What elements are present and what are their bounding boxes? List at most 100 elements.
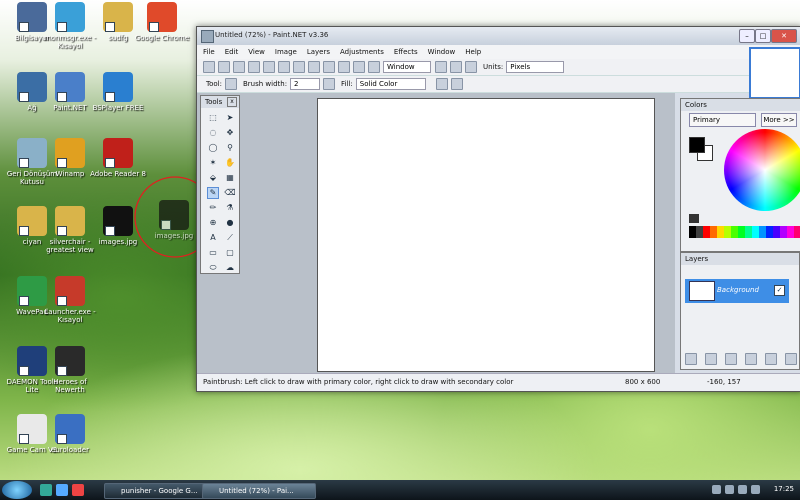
paintbrush-tool-icon[interactable]: ✎	[207, 187, 219, 199]
magic-wand-icon[interactable]: ✶	[207, 157, 219, 169]
merge-layer-icon[interactable]	[745, 353, 757, 365]
brush-width-input[interactable]: 2	[290, 78, 321, 90]
minimize-button[interactable]: –	[739, 29, 755, 43]
paint-bucket-icon[interactable]: ⬙	[207, 172, 219, 184]
menu-file[interactable]: File	[203, 48, 215, 56]
desktop-icon[interactable]: images.jpg	[88, 206, 148, 246]
desktop-icon[interactable]: Launcher.exe - Kısayol	[40, 276, 100, 324]
line-curve-icon[interactable]: ⟋	[224, 232, 236, 244]
desktop-icon[interactable]: Heroes of Newerth	[40, 346, 100, 394]
ruler-icon[interactable]	[465, 61, 477, 73]
tools-panel-title[interactable]: Tools x	[201, 96, 239, 108]
start-button[interactable]	[2, 481, 32, 499]
palette-swatch[interactable]	[794, 226, 800, 238]
color-target-select[interactable]: Primary	[689, 113, 756, 127]
copy-icon[interactable]	[278, 61, 290, 73]
taskbar-button-chrome[interactable]: punisher - Google G...	[104, 483, 212, 499]
show-desktop-icon[interactable]	[40, 484, 52, 496]
paintbrush-icon[interactable]	[224, 78, 237, 90]
duplicate-layer-icon[interactable]	[725, 353, 737, 365]
primary-color-swatch[interactable]	[689, 137, 705, 153]
freeform-shape-icon[interactable]: ☁	[224, 262, 236, 274]
tray-icon[interactable]	[725, 485, 734, 494]
close-button[interactable]: ✕	[771, 29, 797, 43]
chrome-quicklaunch-icon[interactable]	[72, 484, 84, 496]
color-wheel[interactable]	[724, 129, 800, 211]
delete-layer-icon[interactable]	[705, 353, 717, 365]
pan-icon[interactable]: ✋	[224, 157, 236, 169]
palette-swatch[interactable]	[731, 226, 738, 238]
palette-swatch[interactable]	[766, 226, 773, 238]
layer-row-background[interactable]: Background ✓	[685, 279, 789, 303]
palette-swatch[interactable]	[752, 226, 759, 238]
zoom-in-icon[interactable]	[435, 61, 447, 73]
eraser-icon[interactable]: ⌫	[224, 187, 236, 199]
taskbar-button-paintnet[interactable]: Untitled (72%) - Pai...	[202, 483, 316, 499]
layer-visibility-checkbox[interactable]: ✓	[774, 285, 785, 296]
paste-icon[interactable]	[293, 61, 305, 73]
palette-swatch[interactable]	[780, 226, 787, 238]
palette-swatch[interactable]	[703, 226, 710, 238]
antialiasing-icon[interactable]	[435, 78, 448, 90]
rectangle-select-icon[interactable]: ⬚	[207, 112, 219, 124]
fill-select[interactable]: Solid Color	[355, 78, 426, 90]
menu-view[interactable]: View	[248, 48, 265, 56]
color-picker-icon[interactable]: ⚗	[224, 202, 236, 214]
move-selected-icon[interactable]: ✥	[224, 127, 236, 139]
more-colors-button[interactable]: More >>	[761, 113, 797, 127]
new-icon[interactable]	[203, 61, 215, 73]
lasso-select-icon[interactable]: ◌	[207, 127, 219, 139]
rounded-rectangle-icon[interactable]: ▢	[224, 247, 236, 259]
add-layer-icon[interactable]	[685, 353, 697, 365]
save-icon[interactable]	[233, 61, 245, 73]
palette-swatch[interactable]	[710, 226, 717, 238]
undo-icon[interactable]	[338, 61, 350, 73]
palette-swatch[interactable]	[787, 226, 794, 238]
increase-width-icon[interactable]	[323, 78, 336, 90]
maximize-button[interactable]: □	[755, 29, 771, 43]
menu-layers[interactable]: Layers	[307, 48, 330, 56]
network-icon[interactable]	[738, 485, 747, 494]
menu-effects[interactable]: Effects	[394, 48, 418, 56]
palette-swatch[interactable]	[759, 226, 766, 238]
zoom-icon[interactable]	[368, 61, 380, 73]
tray-icon[interactable]	[712, 485, 721, 494]
palette-swatch[interactable]	[689, 226, 696, 238]
cut-icon[interactable]	[263, 61, 275, 73]
print-icon[interactable]	[248, 61, 260, 73]
redo-icon[interactable]	[353, 61, 365, 73]
ellipse-select-icon[interactable]: ◯	[207, 142, 219, 154]
menu-adjustments[interactable]: Adjustments	[340, 48, 384, 56]
desktop-icon[interactable]: Google Chrome	[132, 2, 192, 42]
text-icon[interactable]: A	[207, 232, 219, 244]
grid-icon[interactable]	[450, 61, 462, 73]
gradient-icon[interactable]: ▦	[224, 172, 236, 184]
menu-image[interactable]: Image	[275, 48, 297, 56]
menu-window[interactable]: Window	[428, 48, 456, 56]
ellipse-icon[interactable]: ⬭	[207, 262, 219, 274]
recolor-icon[interactable]: ●	[224, 217, 236, 229]
drawing-canvas[interactable]	[317, 98, 655, 372]
colors-panel-title[interactable]: Colors	[681, 99, 800, 111]
palette-menu-icon[interactable]	[689, 214, 699, 223]
close-icon[interactable]: x	[227, 97, 237, 107]
blend-mode-icon[interactable]	[450, 78, 463, 90]
palette-swatch[interactable]	[745, 226, 752, 238]
units-select[interactable]: Pixels	[506, 61, 565, 73]
palette-swatch[interactable]	[738, 226, 745, 238]
pencil-icon[interactable]: ✏	[207, 202, 219, 214]
rectangle-icon[interactable]: ▭	[207, 247, 219, 259]
open-icon[interactable]	[218, 61, 230, 73]
volume-icon[interactable]	[751, 485, 760, 494]
zoom-select[interactable]: Window	[383, 61, 431, 73]
desktop-icon[interactable]: Adobe Reader 8	[88, 138, 148, 178]
deselect-icon[interactable]	[323, 61, 335, 73]
layers-panel-title[interactable]: Layers	[681, 253, 799, 265]
clone-stamp-icon[interactable]: ⊕	[207, 217, 219, 229]
palette-swatch[interactable]	[717, 226, 724, 238]
palette-swatch[interactable]	[696, 226, 703, 238]
palette-swatch[interactable]	[773, 226, 780, 238]
color-palette[interactable]	[689, 226, 800, 238]
switch-windows-icon[interactable]	[56, 484, 68, 496]
palette-swatch[interactable]	[724, 226, 731, 238]
